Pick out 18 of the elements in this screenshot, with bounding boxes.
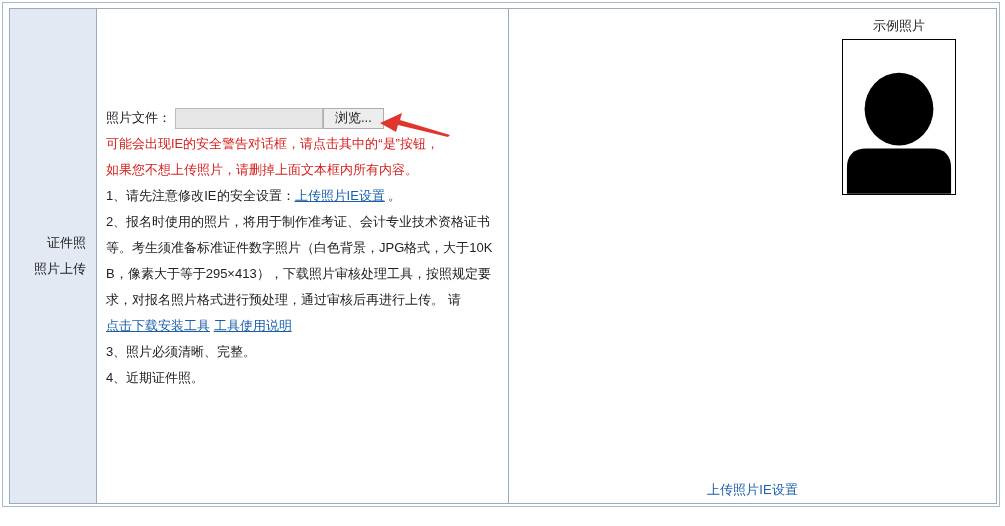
- person-silhouette-icon: [842, 39, 956, 195]
- instruction-text: 3、照片必须清晰、完整。: [106, 343, 258, 361]
- field-label: 照片上传: [34, 260, 86, 278]
- warning-text: 可能会出现IE的安全警告对话框，请点击其中的“是”按钮，: [106, 135, 440, 153]
- field-label: 证件照: [47, 234, 86, 252]
- arrow-drawing: [380, 113, 450, 137]
- instruction-text: 4、近期证件照。: [106, 369, 206, 387]
- browse-button[interactable]: 浏览...: [323, 107, 384, 129]
- link[interactable]: 上传照片IE设置: [707, 481, 798, 499]
- warning-text: 如果您不想上传照片，请删掉上面文本框内所有内容。: [106, 161, 419, 179]
- file-input[interactable]: [175, 107, 323, 129]
- instruction-text: 2、报名时使用的照片，将用于制作准考证、会计专业技术资格证书等。考生须准备标准证件数字照片（白色背景，JPG格式，大于10KB，像素大于等于295×413），下载照片审核处理工具，按照规定要求，对报名照片格式进行预处理，通过审核后再进行上传。 请 点击下载安装工具 工具使用说明: [106, 213, 494, 335]
- sample-title: 示例照片: [873, 17, 925, 35]
- link[interactable]: 上传照片IE设置: [294, 188, 385, 203]
- instruction-text: 1、请先注意修改IE的安全设置：上传照片IE设置 。: [106, 187, 403, 205]
- link[interactable]: 工具使用说明: [213, 318, 292, 333]
- link[interactable]: 点击下载安装工具: [106, 318, 210, 333]
- file-label: 照片文件：: [106, 109, 171, 127]
